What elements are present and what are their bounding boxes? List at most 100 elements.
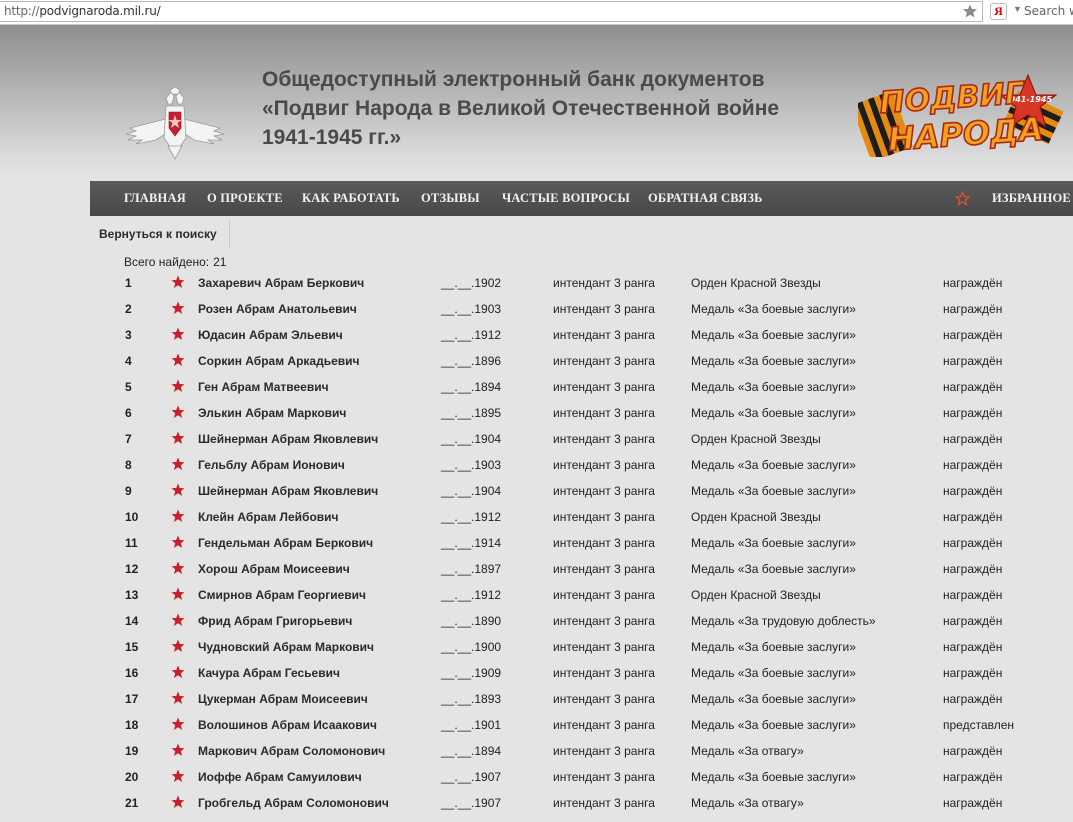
- nav-item-favorites[interactable]: ИЗБРАННОЕ: [992, 181, 1071, 216]
- result-row[interactable]: 7 Шейнерман Абрам Яковлевич __.__.1904 инте…: [0, 426, 1073, 452]
- row-number: 12: [125, 562, 139, 576]
- person-name-link[interactable]: Хорош Абрам Моисеевич: [198, 562, 350, 576]
- red-star-icon: [171, 483, 185, 496]
- nav-item-how-to[interactable]: КАК РАБОТАТЬ: [302, 181, 400, 216]
- person-name-link[interactable]: Фрид Абрам Григорьевич: [198, 614, 352, 628]
- address-bar[interactable]: http://podvignaroda.mil.ru/: [0, 1, 983, 22]
- result-row[interactable]: 6 Элькин Абрам Маркович __.__.1895 интендан…: [0, 400, 1073, 426]
- nav-item-faq[interactable]: ЧАСТЫЕ ВОПРОСЫ: [502, 181, 630, 216]
- red-star-icon: [171, 561, 185, 574]
- person-name-link[interactable]: Гельблу Абрам Ионович: [198, 458, 345, 472]
- result-row[interactable]: 20 Иоффе Абрам Самуилович __.__.1907 интенд…: [0, 764, 1073, 790]
- result-row[interactable]: 9 Шейнерман Абрам Яковлевич __.__.1904 инте…: [0, 478, 1073, 504]
- person-name-link[interactable]: Захаревич Абрам Беркович: [198, 276, 364, 290]
- red-star-icon: [171, 431, 185, 444]
- nav-item-feedback[interactable]: ОБРАТНАЯ СВЯЗЬ: [648, 181, 763, 216]
- military-rank: интендант 3 ранга: [553, 302, 655, 316]
- person-name-link[interactable]: Маркович Абрам Соломонович: [198, 744, 385, 758]
- result-row[interactable]: 11 Гендельман Абрам Беркович __.__.1914 инт…: [0, 530, 1073, 556]
- birth-date: __.__.1904: [441, 432, 502, 446]
- result-row[interactable]: 3 Юдасин Абрам Эльевич __.__.1912 интендант…: [0, 322, 1073, 348]
- person-name-link[interactable]: Элькин Абрам Маркович: [198, 406, 346, 420]
- person-name-link[interactable]: Юдасин Абрам Эльевич: [198, 328, 343, 342]
- search-engine-dropdown-icon[interactable]: ▼: [1013, 4, 1022, 14]
- result-row[interactable]: 14 Фрид Абрам Григорьевич __.__.1890 интенд…: [0, 608, 1073, 634]
- red-star-icon: [171, 691, 185, 704]
- award-status: награждён: [943, 302, 1003, 316]
- result-row[interactable]: 1 Захаревич Абрам Беркович __.__.1902 интен…: [0, 270, 1073, 296]
- nav-item-about[interactable]: О ПРОЕКТЕ: [207, 181, 283, 216]
- red-star-icon: [171, 665, 185, 678]
- person-name-link[interactable]: Ген Абрам Матвеевич: [198, 380, 329, 394]
- red-star-icon: [171, 795, 185, 808]
- person-name-link[interactable]: Шейнерман Абрам Яковлевич: [198, 432, 378, 446]
- result-row[interactable]: 8 Гельблу Абрам Ионович __.__.1903 интендан…: [0, 452, 1073, 478]
- favorites-star-icon[interactable]: [955, 191, 970, 206]
- result-row[interactable]: 17 Цукерман Абрам Моисеевич __.__.1893 инте…: [0, 686, 1073, 712]
- person-name-link[interactable]: Смирнов Абрам Георгиевич: [198, 588, 366, 602]
- person-name-link[interactable]: Шейнерман Абрам Яковлевич: [198, 484, 378, 498]
- birth-date: __.__.1907: [441, 796, 502, 810]
- red-star-icon: [171, 379, 185, 392]
- birth-date: __.__.1896: [441, 354, 502, 368]
- result-row[interactable]: 2 Розен Абрам Анатольевич __.__.1903 интенд…: [0, 296, 1073, 322]
- result-row[interactable]: 5 Ген Абрам Матвеевич __.__.1894 интендант …: [0, 374, 1073, 400]
- award-name: Медаль «За боевые заслуги»: [691, 328, 856, 342]
- results-total-label: Всего найдено:: [124, 255, 210, 269]
- military-rank: интендант 3 ранга: [553, 536, 655, 550]
- result-row[interactable]: 19 Маркович Абрам Соломонович __.__.1894 ин…: [0, 738, 1073, 764]
- row-number: 9: [125, 484, 132, 498]
- person-name-link[interactable]: Цукерман Абрам Моисеевич: [198, 692, 368, 706]
- red-star-icon: [171, 587, 185, 600]
- person-name-link[interactable]: Клейн Абрам Лейбович: [198, 510, 339, 524]
- site-title-line-2: «Подвиг Народа в Великой Отечественной в…: [262, 97, 780, 120]
- person-name-link[interactable]: Гендельман Абрам Беркович: [198, 536, 373, 550]
- person-name-link[interactable]: Качура Абрам Гесьевич: [198, 666, 340, 680]
- row-number: 19: [125, 744, 139, 758]
- red-star-icon: [171, 613, 185, 626]
- row-number: 4: [125, 354, 132, 368]
- award-name: Медаль «За боевые заслуги»: [691, 536, 856, 550]
- result-row[interactable]: 4 Соркин Абрам Аркадьевич __.__.1896 интенд…: [0, 348, 1073, 374]
- result-row[interactable]: 12 Хорош Абрам Моисеевич __.__.1897 интенда…: [0, 556, 1073, 582]
- browser-search-input[interactable]: Search w: [1024, 3, 1073, 19]
- red-star-icon: [171, 353, 185, 366]
- row-number: 20: [125, 770, 139, 784]
- military-rank: интендант 3 ранга: [553, 718, 655, 732]
- person-name-link[interactable]: Соркин Абрам Аркадьевич: [198, 354, 360, 368]
- yandex-icon[interactable]: Я: [990, 3, 1007, 20]
- row-number: 18: [125, 718, 139, 732]
- result-row[interactable]: 10 Клейн Абрам Лейбович __.__.1912 интендан…: [0, 504, 1073, 530]
- row-number: 11: [125, 536, 138, 550]
- birth-date: __.__.1912: [441, 588, 502, 602]
- military-rank: интендант 3 ранга: [553, 380, 655, 394]
- result-row[interactable]: 13 Смирнов Абрам Георгиевич __.__.1912 инте…: [0, 582, 1073, 608]
- back-to-search-link[interactable]: Вернуться к поиску: [99, 227, 217, 241]
- person-name-link[interactable]: Розен Абрам Анатольевич: [198, 302, 357, 316]
- bookmark-star-icon[interactable]: [962, 3, 978, 19]
- birth-date: __.__.1907: [441, 770, 502, 784]
- result-row[interactable]: 18 Волошинов Абрам Исаакович __.__.1901 инт…: [0, 712, 1073, 738]
- person-name-link[interactable]: Чудновский Абрам Маркович: [198, 640, 374, 654]
- birth-date: __.__.1901: [441, 718, 502, 732]
- person-name-link[interactable]: Иоффе Абрам Самуилович: [198, 770, 362, 784]
- person-name-link[interactable]: Волошинов Абрам Исаакович: [198, 718, 377, 732]
- military-rank: интендант 3 ранга: [553, 588, 655, 602]
- results-total: Всего найдено: 21: [124, 255, 230, 269]
- person-name-link[interactable]: Гробгельд Абрам Соломонович: [198, 796, 389, 810]
- back-to-search-tab[interactable]: Вернуться к поиску: [90, 220, 230, 248]
- birth-date: __.__.1903: [441, 458, 502, 472]
- nav-item-home[interactable]: ГЛАВНАЯ: [124, 181, 186, 216]
- award-name: Медаль «За боевые заслуги»: [691, 380, 856, 394]
- result-row[interactable]: 16 Качура Абрам Гесьевич __.__.1909 интенда…: [0, 660, 1073, 686]
- birth-date: __.__.1890: [441, 614, 502, 628]
- nav-item-reviews[interactable]: ОТЗЫВЫ: [421, 181, 480, 216]
- podvig-naroda-logo[interactable]: 1941-1945 ПОДВИГ НАРОДА: [858, 57, 1064, 157]
- result-row[interactable]: 21 Гробгельд Абрам Соломонович __.__.1907 и…: [0, 790, 1073, 816]
- award-name: Орден Красной Звезды: [691, 432, 821, 446]
- award-status: награждён: [943, 328, 1003, 342]
- award-status: награждён: [943, 692, 1003, 706]
- result-row[interactable]: 15 Чудновский Абрам Маркович __.__.1900 инт…: [0, 634, 1073, 660]
- award-name: Медаль «За отвагу»: [691, 796, 804, 810]
- award-status: награждён: [943, 666, 1003, 680]
